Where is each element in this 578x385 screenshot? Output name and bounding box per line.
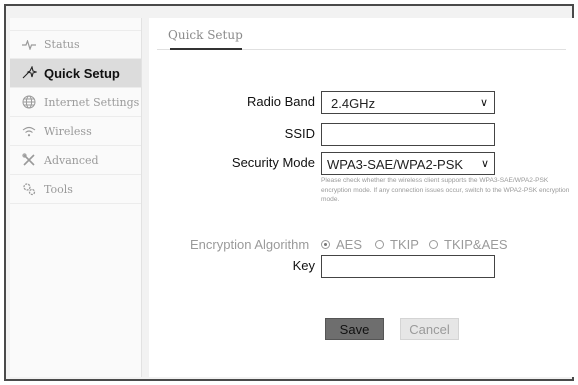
radio-aes-label: AES [336, 237, 363, 252]
sidebar-item-label: Status [44, 38, 80, 51]
sidebar-item-quick-setup[interactable]: Quick Setup [10, 59, 141, 88]
tab-quick-setup[interactable]: Quick Setup [168, 28, 243, 42]
sidebar: Status Quick Setup Internet Settings Wir… [10, 18, 142, 377]
cancel-button[interactable]: Cancel [400, 318, 459, 340]
pulse-icon [20, 39, 38, 50]
radio-band-value: 2.4GHz [331, 96, 376, 111]
sidebar-item-label: Advanced [44, 153, 99, 167]
router-admin-window: Status Quick Setup Internet Settings Wir… [4, 4, 574, 381]
radio-selected-icon [321, 240, 330, 249]
sidebar-item-label: Tools [44, 182, 73, 196]
key-input[interactable] [321, 255, 495, 278]
radio-aes[interactable]: AES [321, 237, 362, 252]
chevron-down-icon: ∨ [480, 158, 489, 170]
sidebar-item-internet-settings[interactable]: Internet Settings [10, 88, 141, 117]
gears-icon [20, 182, 38, 196]
tools-cross-icon [20, 153, 38, 167]
tab-active-indicator [170, 48, 242, 50]
globe-icon [20, 95, 38, 109]
sidebar-item-label: Internet Settings [44, 95, 140, 109]
encryption-hint-text: Please check whether the wireless client… [321, 177, 570, 203]
wifi-icon [20, 126, 38, 137]
chevron-down-icon: ∨ [479, 97, 488, 109]
ssid-input[interactable] [321, 123, 495, 146]
main-panel: Quick Setup Radio Band 2.4GHz ∨ SSID Sec… [149, 18, 574, 377]
sparkle-icon [20, 66, 38, 80]
sidebar-item-label: Quick Setup [44, 65, 120, 81]
radio-tkip-aes[interactable]: TKIP&AES [429, 237, 508, 252]
sidebar-item-label: Wireless [44, 124, 92, 138]
sidebar-item-status[interactable]: Status [10, 30, 141, 59]
radio-unselected-icon [429, 240, 438, 249]
save-button[interactable]: Save [325, 318, 384, 340]
sidebar-item-advanced[interactable]: Advanced [10, 146, 141, 175]
radio-tkip-label: TKIP [390, 237, 419, 252]
key-label: Key [292, 258, 315, 273]
radio-tkip-aes-label: TKIP&AES [444, 237, 508, 252]
sidebar-item-tools[interactable]: Tools [10, 175, 141, 204]
sidebar-item-wireless[interactable]: Wireless [10, 117, 141, 146]
radio-band-select[interactable]: 2.4GHz ∨ [321, 91, 495, 114]
security-mode-select[interactable]: WPA3-SAE/WPA2-PSK ∨ [321, 152, 495, 175]
encryption-algorithm-label: Encryption Algorithm [190, 237, 310, 252]
radio-tkip[interactable]: TKIP [375, 237, 419, 252]
security-mode-value: WPA3-SAE/WPA2-PSK [327, 157, 464, 172]
ssid-label: SSID [284, 126, 315, 141]
radio-band-label: Radio Band [247, 94, 315, 109]
security-mode-label: Security Mode [231, 155, 315, 170]
radio-unselected-icon [375, 240, 384, 249]
